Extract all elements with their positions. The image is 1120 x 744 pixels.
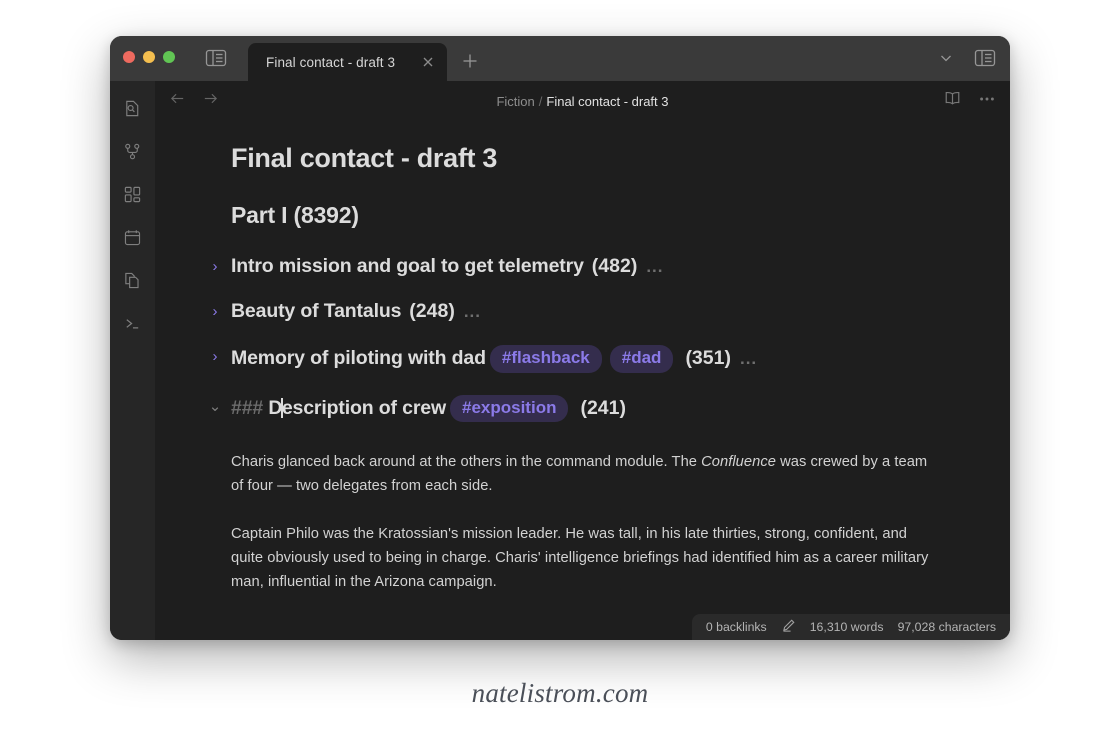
heading-word-count: (482)	[591, 255, 638, 277]
heading-row[interactable]: › Intro mission and goal to get telemetr…	[213, 255, 950, 278]
chevron-down-icon[interactable]	[938, 50, 954, 71]
heading-row[interactable]: › Beauty of Tantalus (248) ...	[213, 300, 950, 323]
heading-part-one: Part I (8392)	[231, 202, 359, 228]
heading-word-count: (351)	[685, 347, 731, 370]
templates-icon[interactable]	[118, 265, 148, 295]
graph-view-icon[interactable]	[118, 136, 148, 166]
heading-text: Memory of piloting with dad	[231, 347, 486, 370]
fold-chevron-collapsed-icon[interactable]: ›	[208, 349, 222, 364]
collapsed-content-ellipsis[interactable]: ...	[740, 349, 757, 369]
breadcrumb-folder[interactable]: Fiction	[496, 94, 534, 109]
title-bar: Final contact - draft 3	[110, 36, 1010, 81]
minimize-window-button[interactable]	[143, 51, 155, 63]
heading-text: Beauty of Tantalus	[231, 300, 402, 322]
backlinks-count[interactable]: 0 backlinks	[706, 620, 767, 634]
breadcrumb-separator: /	[538, 93, 543, 109]
document-editor[interactable]: Final contact - draft 3 Part I (8392) › …	[155, 121, 1010, 640]
heading-text-active: ### Description of crew	[231, 397, 446, 420]
paragraph[interactable]: Captain Philo was the Kratossian's missi…	[231, 522, 931, 594]
back-arrow-icon[interactable]	[169, 90, 186, 112]
window-body: Fiction / Final contact - draft 3 Final …	[110, 81, 1010, 640]
heading-text-before-caret: D	[268, 397, 283, 420]
app-window: Final contact - draft 3 Fiction / Final …	[110, 36, 1010, 640]
traffic-lights	[123, 51, 175, 63]
tag-flashback[interactable]: #flashback	[489, 345, 602, 373]
heading-row-active[interactable]: ⌄ ### Description of crew #exposition (2…	[209, 394, 950, 423]
fold-chevron-collapsed-icon[interactable]: ›	[208, 304, 222, 319]
nav-arrows	[169, 90, 219, 112]
tag-dad[interactable]: #dad	[609, 345, 674, 373]
tag-exposition[interactable]: #exposition	[450, 394, 569, 423]
terminal-icon[interactable]	[118, 308, 148, 338]
view-actions	[943, 89, 996, 113]
toggle-left-sidebar-icon[interactable]	[205, 49, 227, 67]
more-options-icon[interactable]	[978, 90, 996, 113]
status-bar: 0 backlinks 16,310 words 97,028 characte…	[691, 614, 1010, 640]
toggle-right-sidebar-icon[interactable]	[974, 49, 996, 72]
maximize-window-button[interactable]	[163, 51, 175, 63]
reading-mode-icon[interactable]	[943, 89, 962, 113]
page-title: Final contact - draft 3	[231, 143, 498, 173]
close-icon[interactable]	[421, 55, 435, 69]
watermark: natelistrom.com	[471, 678, 649, 708]
paragraph-text: Charis glanced back around at the others…	[231, 454, 702, 471]
word-count: 16,310 words	[809, 620, 884, 634]
forward-arrow-icon[interactable]	[202, 90, 219, 112]
fold-chevron-collapsed-icon[interactable]: ›	[208, 259, 222, 274]
heading-text: Intro mission and goal to get telemetry	[231, 255, 584, 277]
collapsed-content-ellipsis[interactable]: ...	[646, 257, 663, 277]
daily-note-icon[interactable]	[118, 222, 148, 252]
character-count: 97,028 characters	[897, 620, 996, 634]
titlebar-actions	[938, 49, 996, 72]
heading-word-count: (241)	[580, 397, 626, 420]
tab-strip: Final contact - draft 3	[248, 36, 481, 81]
tab-final-contact-draft-3[interactable]: Final contact - draft 3	[248, 43, 448, 81]
view-header: Fiction / Final contact - draft 3	[155, 81, 1010, 121]
plus-icon[interactable]	[459, 50, 481, 72]
heading-word-count: (248)	[409, 300, 455, 322]
markdown-heading-marker: ###	[231, 397, 264, 420]
breadcrumb: Fiction / Final contact - draft 3	[155, 94, 1010, 109]
main-view: Fiction / Final contact - draft 3 Final …	[155, 81, 1010, 640]
heading-text-after-caret: escription of crew	[281, 397, 446, 420]
canvas-icon[interactable]	[118, 179, 148, 209]
tab-label: Final contact - draft 3	[266, 54, 396, 70]
fold-chevron-expanded-icon[interactable]: ⌄	[208, 399, 222, 414]
paragraph[interactable]: Charis glanced back around at the others…	[231, 450, 931, 498]
italic-ship-name: Confluence	[701, 454, 776, 471]
breadcrumb-current: Final contact - draft 3	[546, 93, 669, 109]
left-ribbon	[110, 81, 155, 640]
quick-switcher-icon[interactable]	[118, 93, 148, 123]
heading-row[interactable]: › Memory of piloting with dad #flashback…	[213, 345, 950, 373]
close-window-button[interactable]	[123, 51, 135, 63]
collapsed-content-ellipsis[interactable]: ...	[464, 302, 481, 322]
pencil-icon[interactable]	[781, 618, 796, 636]
